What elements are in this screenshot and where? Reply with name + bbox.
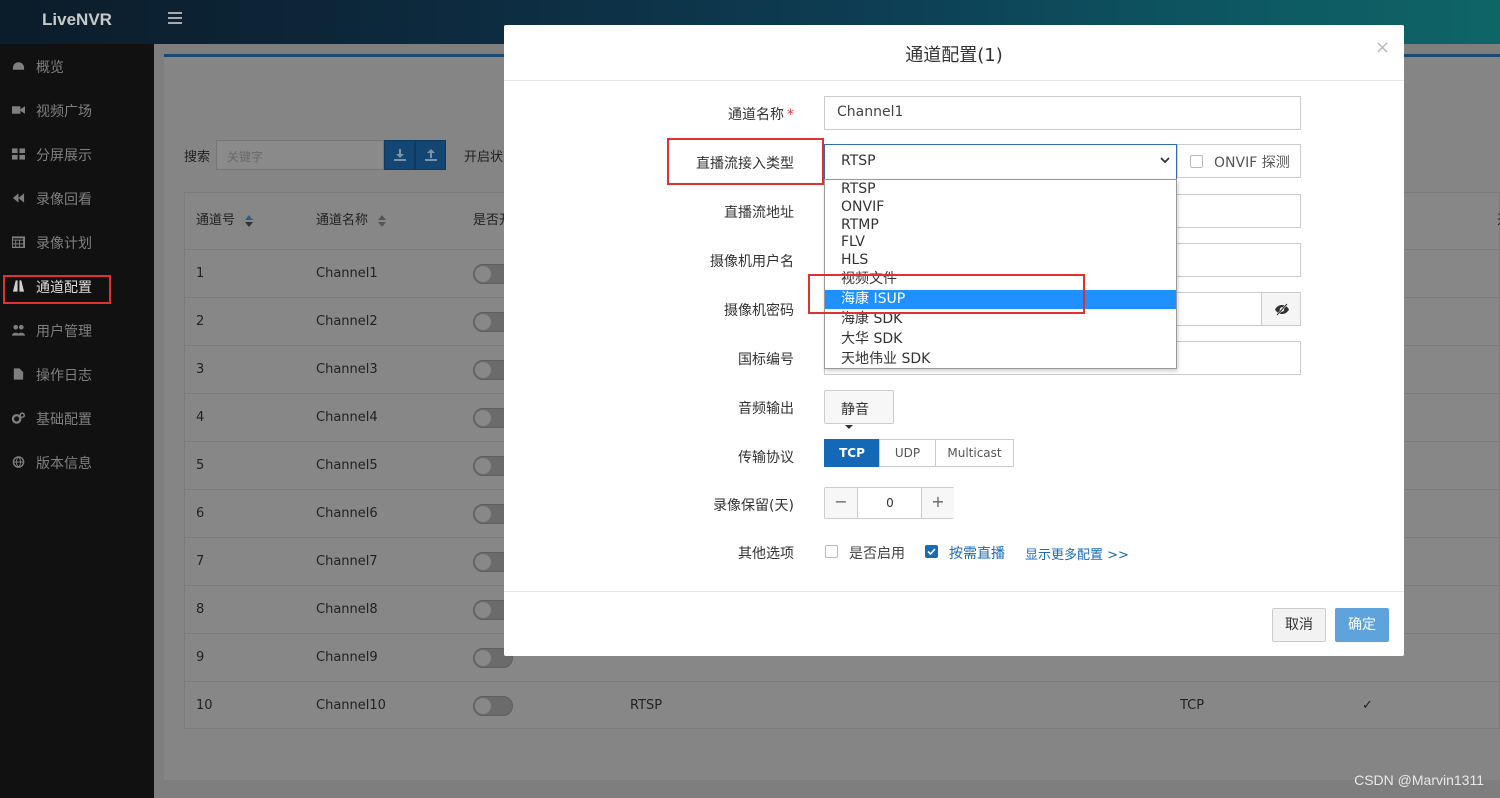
retention-days-input[interactable]: 0 [858,488,922,518]
camera-username-label: 摄像机用户名 [710,254,794,270]
retention-days-stepper: − 0 + [824,487,954,519]
modal-title: 通道配置(1) [905,45,1003,66]
sort-icon [378,214,387,227]
sidebar-item-label: 视频广场 [36,104,92,120]
modal-footer: 取消 确定 [504,591,1404,656]
decrement-button[interactable]: − [825,488,858,518]
users-icon [12,324,25,336]
transport-tcp-button[interactable]: TCP [824,439,880,467]
column-header-name[interactable]: 通道名称 [316,193,387,249]
sidebar-item-basic-config[interactable]: 基础配置 [0,396,154,440]
channel-config-modal: 通道配置(1) × 通道名称 * Channel1 直播流接入类型 RTSP ON… [504,25,1404,656]
app-logo: LiveNVR [42,10,112,29]
retention-days-label: 录像保留(天) [713,498,794,514]
download-button[interactable] [384,140,415,170]
sidebar-item-overview[interactable]: 概览 [0,44,154,88]
file-icon [13,368,24,380]
checkbox[interactable] [1190,155,1203,168]
onvif-probe-checkbox[interactable]: ONVIF 探测 [1177,144,1301,178]
globe-icon [12,456,25,468]
required-marker: * [787,107,794,123]
sidebar-item-split-screen[interactable]: 分屏展示 [0,132,154,176]
dropdown-option-hls[interactable]: HLS [825,251,1176,270]
search-label: 搜索 [184,150,211,165]
table-row[interactable]: 10 Channel10 RTSP TCP ✓ [185,681,1500,729]
audio-output-label: 音频输出 [738,401,794,417]
enable-checkbox[interactable] [825,545,838,558]
cancel-button[interactable]: 取消 [1272,608,1326,642]
on-demand-checkbox[interactable] [925,545,938,558]
video-camera-icon [12,106,25,114]
sidebar-item-label: 分屏展示 [36,148,92,164]
transport-multicast-button[interactable]: Multicast [935,439,1014,467]
menu-toggle-icon[interactable] [168,12,182,26]
sidebar: 概览 视频广场 分屏展示 录像回看 录像计划 通道配置 用户管理 操作日志 基础… [0,44,154,798]
camera-password-label: 摄像机密码 [724,303,794,319]
upload-icon [425,149,437,161]
sidebar-item-operation-log[interactable]: 操作日志 [0,352,154,396]
eye-slash-icon [1275,303,1289,316]
sidebar-item-label: 录像回看 [36,192,92,208]
stream-url-label: 直播流地址 [724,205,794,221]
channel-name-input[interactable]: Channel1 [824,96,1301,130]
gears-icon [12,412,25,424]
audio-output-dropdown[interactable]: 静音 [824,390,894,429]
watermark: CSDN @Marvin1311 [1354,772,1484,788]
caret-down-icon [845,425,853,429]
sidebar-item-playback[interactable]: 录像回看 [0,176,154,220]
toggle-password-button[interactable] [1261,292,1301,326]
search-input[interactable]: 关键字 [216,140,384,170]
sidebar-item-label: 录像计划 [36,236,92,252]
rewind-icon [12,193,25,203]
dropdown-option-rtsp[interactable]: RTSP [825,180,1176,199]
gb-id-label: 国标编号 [738,352,794,368]
column-header-id[interactable]: 通道号 [196,193,254,249]
dashboard-icon [12,62,25,70]
show-more-config-link[interactable]: 显示更多配置 >> [1025,544,1129,563]
increment-button[interactable]: + [921,488,954,518]
modal-header: 通道配置(1) × [504,25,1404,81]
upload-button[interactable] [415,140,446,170]
stream-type-select[interactable]: RTSP [824,144,1177,180]
close-icon[interactable]: × [1375,37,1390,58]
dropdown-option-tiandy-sdk[interactable]: 天地伟业 SDK [825,350,1176,369]
calendar-icon [12,236,25,248]
download-icon [394,149,406,161]
sort-icon [245,214,254,227]
transport-udp-button[interactable]: UDP [879,439,936,467]
enable-checkbox-label[interactable]: 是否启用 [849,543,905,563]
on-demand-checkbox-label[interactable]: 按需直播 [949,543,1005,563]
grid-icon [12,148,25,160]
sidebar-item-label: 用户管理 [36,324,92,340]
check-icon [927,548,936,556]
sidebar-item-label: 版本信息 [36,456,92,472]
sidebar-item-record-plan[interactable]: 录像计划 [0,220,154,264]
enable-toggle[interactable] [473,696,513,716]
dropdown-option-flv[interactable]: FLV [825,233,1176,252]
chevron-down-icon [1160,157,1170,164]
channel-name-label: 通道名称 * [728,107,794,123]
annotation-highlight-stream-type [667,138,824,185]
other-options-label: 其他选项 [738,546,794,562]
sidebar-item-user-management[interactable]: 用户管理 [0,308,154,352]
sidebar-item-label: 概览 [36,60,64,76]
dropdown-option-onvif[interactable]: ONVIF [825,198,1176,217]
sidebar-item-version-info[interactable]: 版本信息 [0,440,154,484]
dropdown-option-dahua-sdk[interactable]: 大华 SDK [825,330,1176,349]
sidebar-item-video-square[interactable]: 视频广场 [0,88,154,132]
confirm-button[interactable]: 确定 [1335,608,1389,642]
sidebar-item-label: 操作日志 [36,368,92,384]
annotation-highlight-sidebar [3,275,111,304]
sidebar-item-label: 基础配置 [36,412,92,428]
transport-protocol-label: 传输协议 [738,450,794,466]
annotation-highlight-hik-isup [808,274,1085,314]
